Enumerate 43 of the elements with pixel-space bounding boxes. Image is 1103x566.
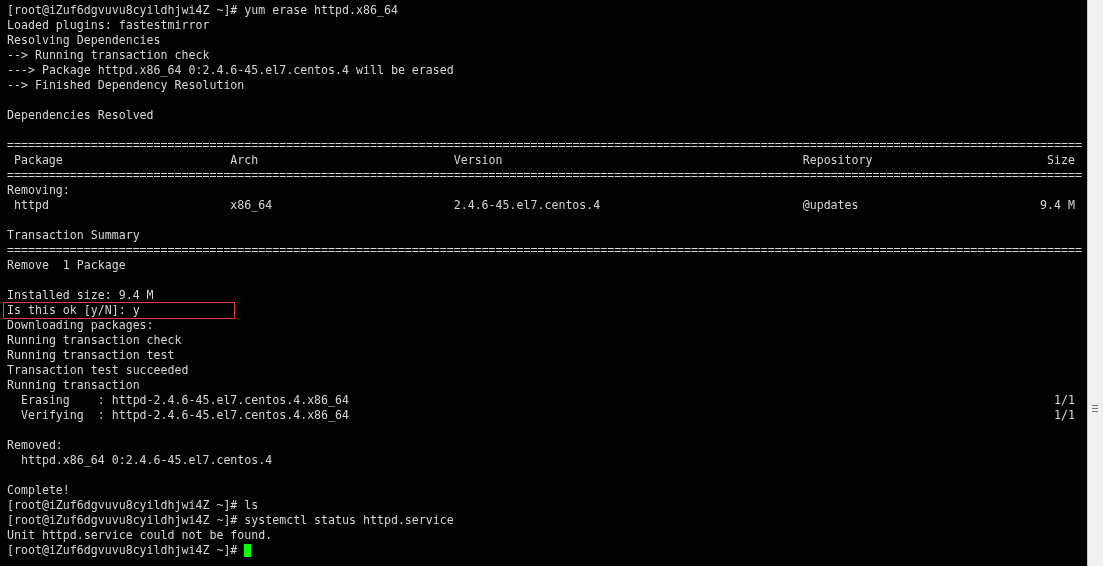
- terminal-line: ==========================================================================================================================================================: [7, 168, 1082, 183]
- terminal-line: Verifying : httpd-2.4.6-45.el7.centos.4.x86_64: [19, 408, 350, 423]
- terminal-line: Removed:: [7, 438, 63, 453]
- table-cell-text: 9.4 M: [1040, 198, 1076, 213]
- terminal-line: Transaction test succeeded: [7, 363, 189, 378]
- terminal-line: --> Running transaction check: [7, 48, 210, 63]
- terminal-line: Unit httpd.service could not be found.: [7, 528, 273, 543]
- table-cell-text: httpd: [13, 198, 50, 213]
- terminal-line: ==========================================================================================================================================================: [7, 243, 1082, 258]
- progress-count: 1/1: [1054, 408, 1075, 423]
- terminal-line: httpd.x86_64 0:2.4.6-45.el7.centos.4: [19, 453, 273, 468]
- scrollbar[interactable]: [1087, 0, 1103, 566]
- terminal-line: ==========================================================================================================================================================: [7, 138, 1082, 153]
- terminal-line: Is this ok [y/N]: y: [7, 303, 140, 317]
- terminal-line: Transaction Summary: [7, 228, 140, 243]
- terminal-line: Running transaction check: [7, 333, 182, 348]
- terminal-line: Resolving Dependencies: [7, 33, 161, 48]
- terminal-line: Running transaction test: [7, 348, 175, 363]
- terminal-line: [root@iZuf6dgvuvu8cyildhjwi4Z ~]# ls: [7, 498, 259, 513]
- table-cell-text: x86_64: [230, 198, 274, 213]
- terminal-line: Complete!: [7, 483, 70, 498]
- table-header-cell-text: Size: [1047, 153, 1076, 168]
- table-header-cell-text: Version: [453, 153, 504, 168]
- cursor-icon: [244, 544, 252, 557]
- terminal-line: Removing:: [7, 183, 70, 198]
- progress-count: 1/1: [1054, 393, 1075, 408]
- terminal-line: Erasing : httpd-2.4.6-45.el7.centos.4.x86_64: [19, 393, 350, 408]
- terminal-line: Remove 1 Package: [7, 258, 126, 273]
- shell-prompt: [root@iZuf6dgvuvu8cyildhjwi4Z ~]#: [7, 543, 239, 558]
- terminal-line: --> Finished Dependency Resolution: [7, 78, 245, 93]
- terminal-line: [root@iZuf6dgvuvu8cyildhjwi4Z ~]# yum erase httpd.x86_64: [7, 3, 398, 18]
- terminal-line: Loaded plugins: fastestmirror: [7, 18, 210, 33]
- table-header-cell-text: Package: [13, 153, 64, 168]
- table-cell-text: 2.4.6-45.el7.centos.4: [453, 198, 602, 213]
- table-cell-text: @updates: [802, 198, 860, 213]
- terminal-line: Installed size: 9.4 M: [7, 288, 154, 303]
- table-header-cell-text: Repository: [802, 153, 874, 168]
- terminal-line: Running transaction: [7, 378, 140, 393]
- table-header-cell-text: Arch: [230, 153, 260, 168]
- terminal-line: Downloading packages:: [7, 318, 154, 333]
- terminal-line: [root@iZuf6dgvuvu8cyildhjwi4Z ~]# systemctl status httpd.service: [7, 513, 454, 528]
- terminal-line: Dependencies Resolved: [7, 108, 154, 123]
- terminal-line: ---> Package httpd.x86_64 0:2.4.6-45.el7.centos.4 will be erased: [7, 63, 454, 78]
